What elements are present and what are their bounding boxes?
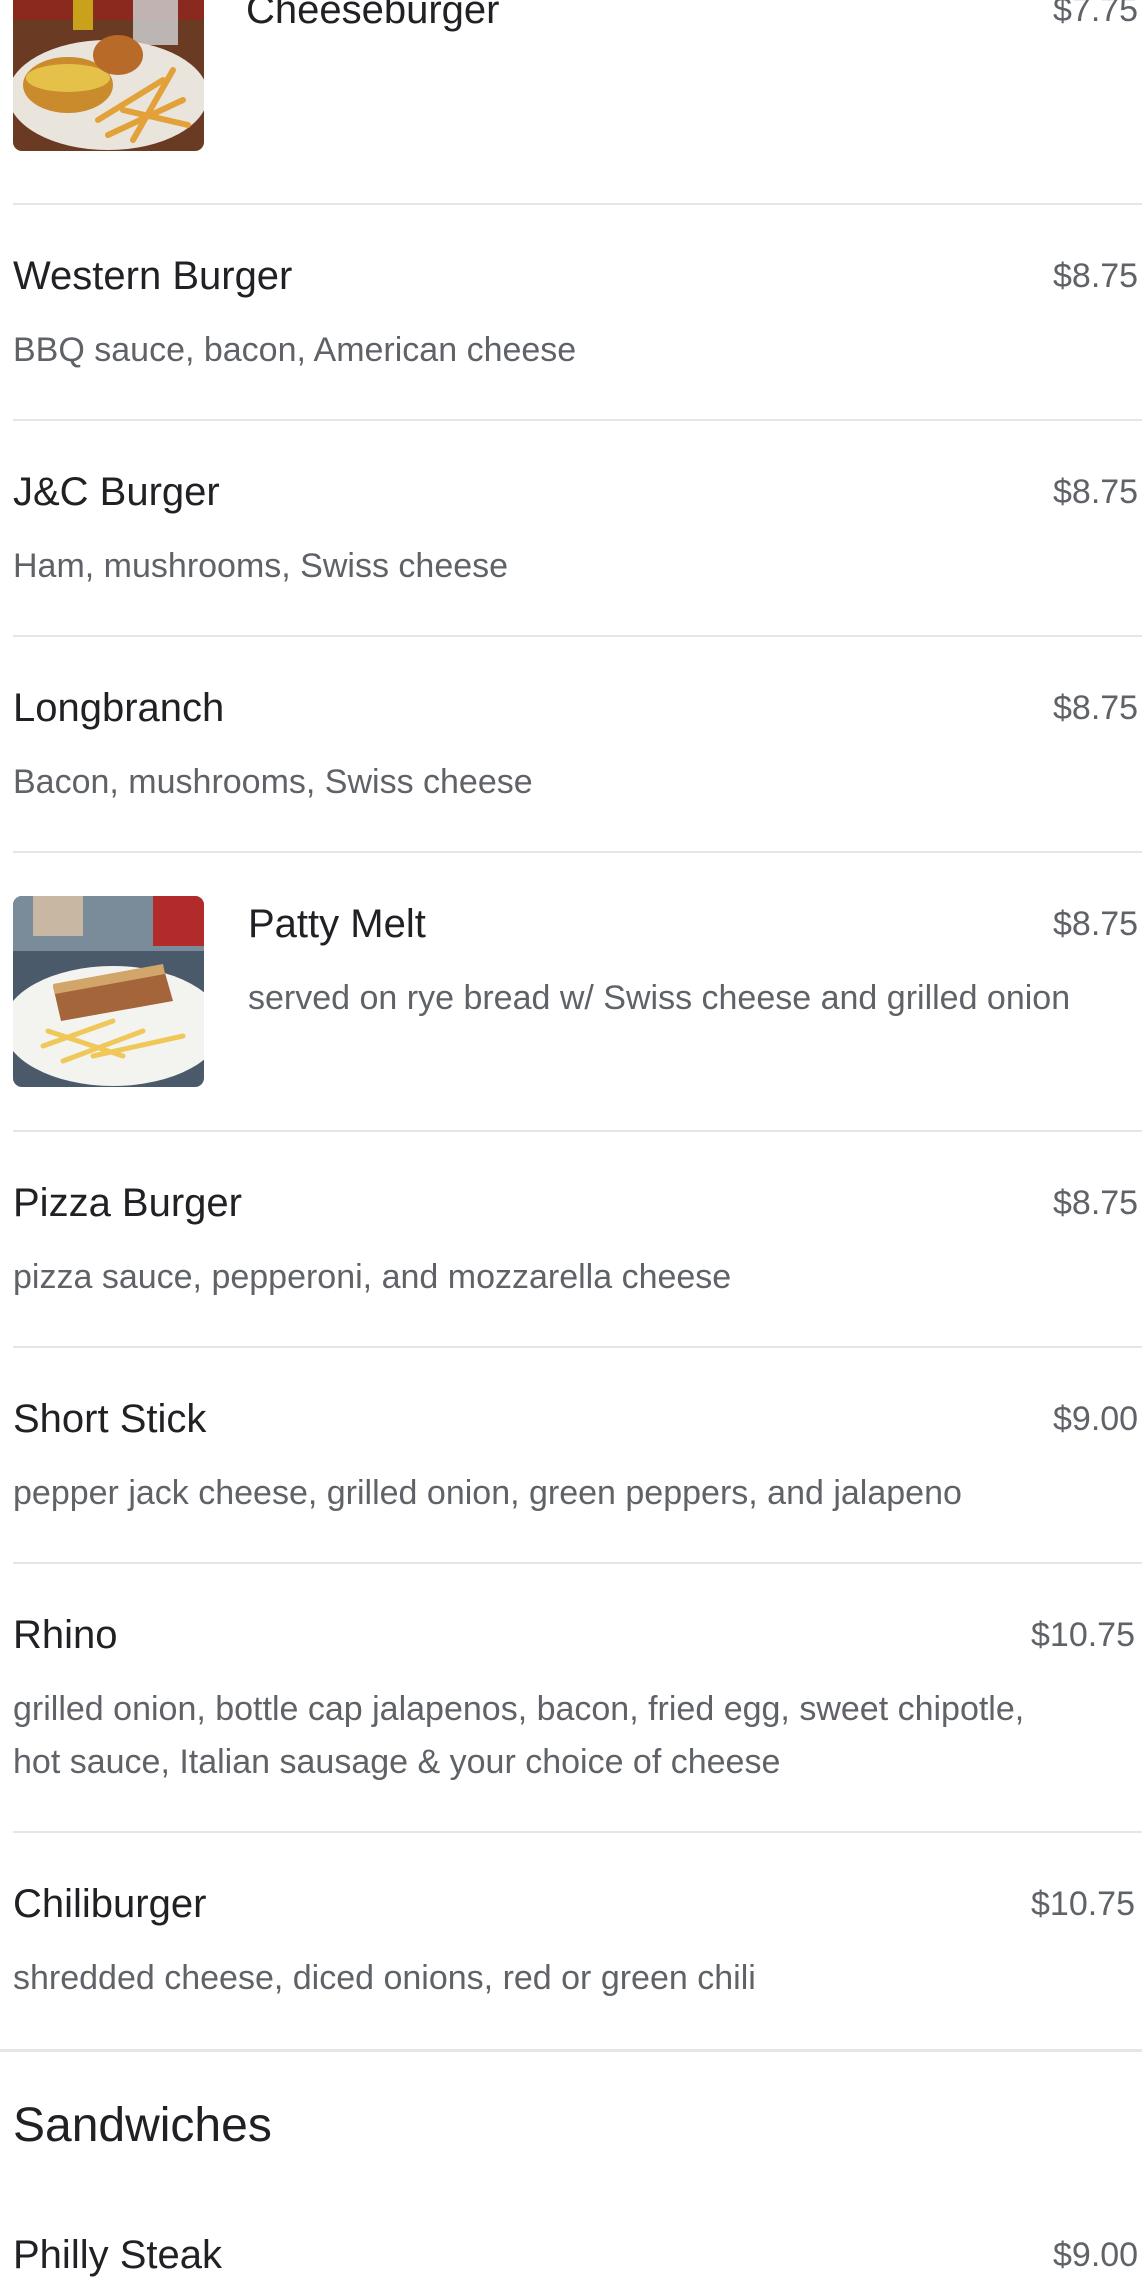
item-price: $8.75	[1053, 689, 1139, 727]
item-price: $8.75	[1053, 473, 1139, 511]
item-description: Bacon, mushrooms, Swiss cheese	[13, 763, 533, 801]
menu-item-patty-melt[interactable]: Patty Melt served on rye bread w/ Swiss …	[13, 853, 1142, 1132]
item-name: Patty Melt	[248, 902, 426, 946]
item-name: Cheeseburger	[246, 0, 500, 32]
item-name: Philly Steak	[13, 2233, 222, 2277]
item-description: pizza sauce, pepperoni, and mozzarella c…	[13, 1258, 732, 1296]
section-title-sandwiches: Sandwiches	[13, 2099, 272, 2152]
item-name: Western Burger	[13, 254, 293, 298]
item-description: served on rye bread w/ Swiss cheese and …	[248, 979, 1071, 1017]
item-name: Short Stick	[13, 1397, 207, 1441]
menu-item-jc-burger[interactable]: J&C Burger Ham, mushrooms, Swiss cheese …	[13, 421, 1142, 637]
menu-item-short-stick[interactable]: Short Stick pepper jack cheese, grilled …	[13, 1348, 1142, 1564]
menu-item-longbranch[interactable]: Longbranch Bacon, mushrooms, Swiss chees…	[13, 637, 1142, 853]
item-name: J&C Burger	[13, 470, 220, 514]
item-name: Chiliburger	[13, 1882, 207, 1926]
item-description: Ham, mushrooms, Swiss cheese	[13, 547, 509, 585]
item-price: $7.75	[1053, 0, 1139, 29]
item-name: Rhino	[13, 1613, 118, 1657]
menu-item-western-burger[interactable]: Western Burger BBQ sauce, bacon, America…	[13, 205, 1142, 421]
menu-item-cheeseburger[interactable]: Cheeseburger $7.75	[13, 0, 1142, 205]
item-name: Pizza Burger	[13, 1181, 242, 1225]
item-description: BBQ sauce, bacon, American cheese	[13, 331, 577, 369]
item-price: $9.00	[1053, 2236, 1139, 2274]
item-name: Longbranch	[13, 686, 225, 730]
menu-item-philly-steak[interactable]: Philly Steak $9.00	[13, 2200, 1142, 2287]
menu-item-rhino[interactable]: Rhino grilled onion, bottle cap jalapeno…	[13, 1564, 1142, 1833]
item-price: $10.75	[1031, 1885, 1135, 1923]
item-description: shredded cheese, diced onions, red or gr…	[13, 1959, 756, 1997]
menu-item-pizza-burger[interactable]: Pizza Burger pizza sauce, pepperoni, and…	[13, 1132, 1142, 1348]
item-description: pepper jack cheese, grilled onion, green…	[13, 1474, 962, 1512]
patty-melt-photo	[13, 896, 204, 1087]
item-price: $8.75	[1053, 1184, 1139, 1222]
menu-item-chiliburger[interactable]: Chiliburger shredded cheese, diced onion…	[13, 1833, 1142, 2049]
item-price: $8.75	[1053, 257, 1139, 295]
cheeseburger-photo	[13, 0, 204, 151]
section-divider	[0, 2049, 1142, 2052]
item-price: $9.00	[1053, 1400, 1139, 1438]
item-description: grilled onion, bottle cap jalapenos, bac…	[13, 1690, 1025, 1781]
menu-page: Cheeseburger $7.75 Western Burger BBQ sa…	[0, 0, 1142, 2287]
item-price: $8.75	[1053, 905, 1139, 943]
item-price: $10.75	[1031, 1616, 1135, 1654]
